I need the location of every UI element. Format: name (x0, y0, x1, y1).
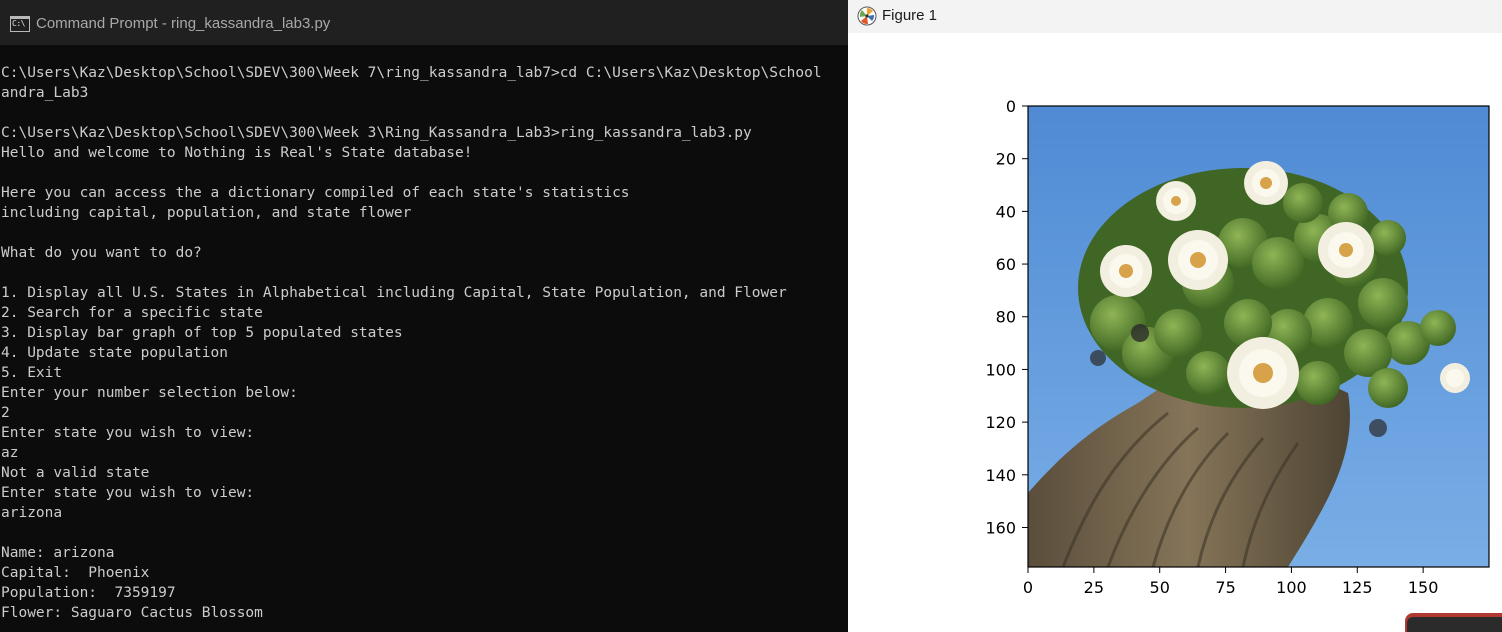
y-tick-label: 0 (1006, 97, 1016, 116)
y-tick-label: 40 (996, 202, 1016, 221)
x-tick-label: 0 (1023, 578, 1033, 597)
x-tick-label: 150 (1408, 578, 1439, 597)
console-line: 3. Display bar graph of top 5 populated … (1, 325, 403, 341)
console-line: Flower: Saguaro Cactus Blossom (1, 605, 263, 621)
console-line: Population: 7359197 (1, 585, 176, 601)
terminal-icon-text: C:\ (12, 19, 25, 28)
x-tick-label: 125 (1342, 578, 1373, 597)
y-tick-label: 20 (996, 150, 1016, 169)
console-line: andra_Lab3 (1, 85, 89, 101)
y-axis: 0 20 40 60 80 100 120 140 160 (985, 97, 1028, 537)
figure-window[interactable]: Figure 1 0 25 50 75 100 125 150 0 20 40 … (848, 0, 1502, 632)
y-tick-label: 160 (985, 518, 1016, 537)
console-line: Enter state you wish to view: (1, 425, 255, 441)
x-tick-label: 25 (1084, 578, 1104, 597)
console-line: Name: arizona (1, 545, 115, 561)
figure-titlebar[interactable]: Figure 1 (848, 0, 1502, 33)
console-line: 2. Search for a specific state (1, 305, 263, 321)
y-tick-label: 100 (985, 360, 1016, 379)
console-line: Here you can access the a dictionary com… (1, 185, 630, 201)
console-line: Enter state you wish to view: (1, 485, 255, 501)
console-line: Enter your number selection below: (1, 385, 298, 401)
x-tick-label: 100 (1276, 578, 1307, 597)
y-tick-label: 60 (996, 255, 1016, 274)
console-output[interactable]: C:\Users\Kaz\Desktop\School\SDEV\300\Wee… (1, 63, 847, 623)
taskbar-preview-edge (1405, 613, 1502, 632)
figure-canvas[interactable]: 0 25 50 75 100 125 150 0 20 40 60 80 100 120 140 160 (848, 33, 1502, 632)
console-line: Hello and welcome to Nothing is Real's S… (1, 145, 473, 161)
console-line: 2 (1, 405, 10, 421)
terminal-icon: C:\ (10, 16, 30, 32)
console-line: Capital: Phoenix (1, 565, 150, 581)
command-prompt-window[interactable]: C:\ Command Prompt - ring_kassandra_lab3… (0, 0, 848, 632)
y-tick-label: 80 (996, 308, 1016, 327)
x-tick-label: 50 (1150, 578, 1170, 597)
y-tick-label: 140 (985, 466, 1016, 485)
console-line: arizona (1, 505, 63, 521)
console-line: C:\Users\Kaz\Desktop\School\SDEV\300\Wee… (1, 65, 822, 81)
console-line: 5. Exit (1, 365, 63, 381)
matplotlib-logo-icon (857, 6, 877, 26)
x-axis: 0 25 50 75 100 125 150 (1023, 567, 1439, 597)
x-tick-label: 75 (1215, 578, 1235, 597)
cmd-window-title: Command Prompt - ring_kassandra_lab3.py (36, 15, 331, 32)
figure-window-title: Figure 1 (882, 7, 938, 24)
console-line: 4. Update state population (1, 345, 228, 361)
cmd-titlebar[interactable]: C:\ Command Prompt - ring_kassandra_lab3… (0, 0, 848, 45)
console-line: C:\Users\Kaz\Desktop\School\SDEV\300\Wee… (1, 125, 752, 141)
console-line: Not a valid state (1, 465, 150, 481)
y-tick-label: 120 (985, 413, 1016, 432)
cactus-image (1028, 106, 1489, 567)
console-line: including capital, population, and state… (1, 205, 412, 221)
console-line: az (1, 445, 19, 461)
console-line: 1. Display all U.S. States in Alphabetic… (1, 285, 787, 301)
console-line: What do you want to do? (1, 245, 202, 261)
